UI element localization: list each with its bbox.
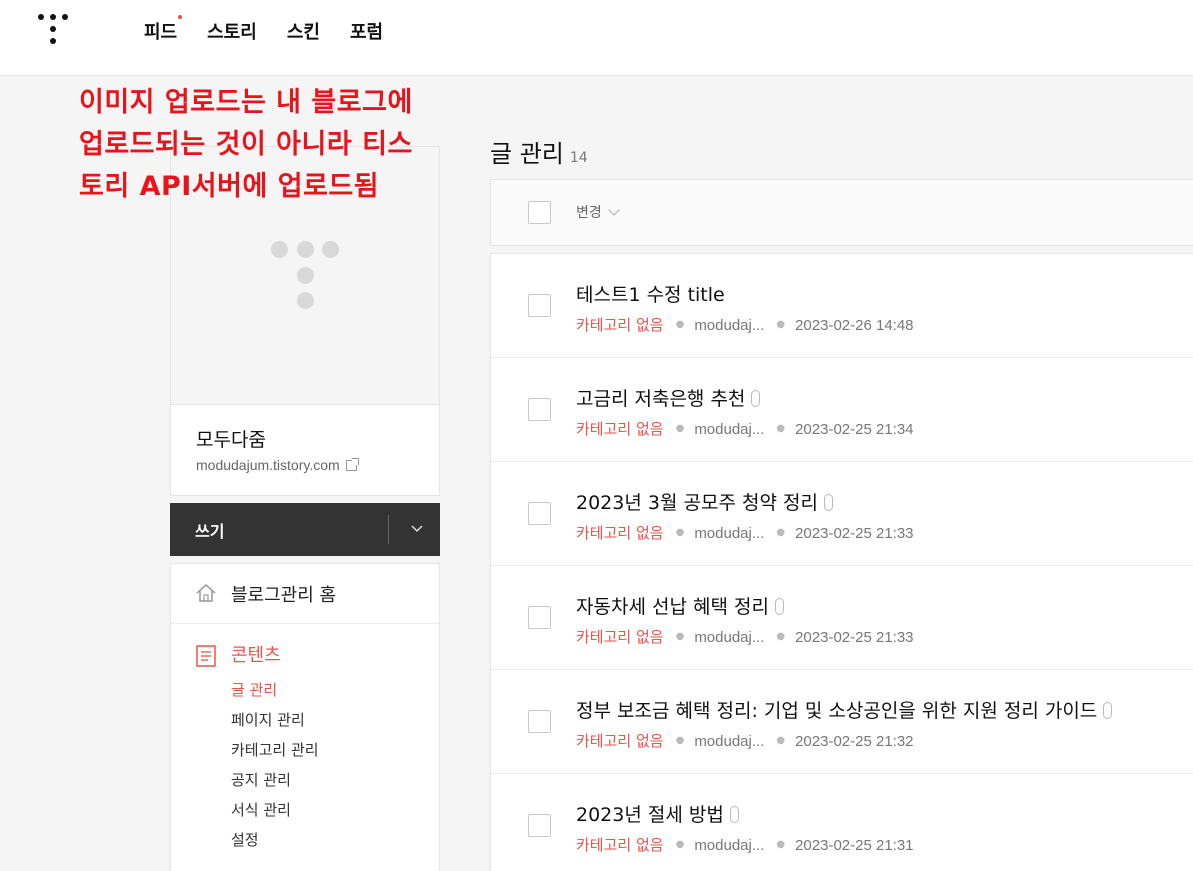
post-author: modudaj...: [694, 421, 765, 438]
nav-item-label: 스토리: [207, 22, 257, 43]
menu-subitem-settings[interactable]: 설정: [231, 829, 259, 850]
admin-menu: 블로그관리 홈 콘텐츠 글 관리 페이지 관리 카테고리 관리 공지 관리 서식…: [170, 563, 440, 871]
post-checkbox[interactable]: [528, 398, 551, 421]
blog-url-link[interactable]: modudajum.tistory.com: [196, 457, 359, 473]
menu-item-contents[interactable]: 콘텐츠: [231, 641, 281, 667]
post-title-link[interactable]: 고금리 저축은행 추천: [576, 384, 761, 411]
annotation-line: 업로드되는 것이 아니라 티스: [79, 129, 413, 160]
menu-subitem-categories[interactable]: 카테고리 관리: [231, 739, 319, 760]
document-icon: [196, 645, 216, 667]
attachment-icon: [823, 494, 833, 511]
post-checkbox[interactable]: [528, 294, 551, 317]
select-all-checkbox[interactable]: [528, 201, 551, 224]
nav-item-skin[interactable]: 스킨: [287, 18, 320, 44]
write-button-label: 쓰기: [195, 522, 225, 541]
post-category[interactable]: 카테고리 없음: [576, 732, 664, 750]
nav-item-feed[interactable]: 피드: [144, 15, 183, 44]
post-meta: 카테고리 없음 ● modudaj... ● 2023-02-25 21:32: [576, 732, 914, 750]
nav-item-label: 포럼: [349, 22, 384, 43]
post-date: 2023-02-25 21:33: [795, 629, 914, 646]
post-row[interactable]: 정부 보조금 혜택 정리: 기업 및 소상공인을 위한 지원 정리 가이드 카테…: [491, 670, 1193, 774]
post-category[interactable]: 카테고리 없음: [576, 628, 664, 646]
menu-subitem-notices[interactable]: 공지 관리: [231, 769, 291, 790]
post-title: 정부 보조금 혜택 정리: 기업 및 소상공인을 위한 지원 정리 가이드: [576, 700, 1098, 722]
post-author: modudaj...: [694, 317, 765, 334]
post-checkbox[interactable]: [528, 502, 551, 525]
post-category[interactable]: 카테고리 없음: [576, 316, 664, 334]
post-title: 테스트1 수정 title: [576, 284, 725, 306]
post-author: modudaj...: [694, 733, 765, 750]
post-checkbox[interactable]: [528, 606, 551, 629]
divider: [388, 515, 389, 544]
menu-subitem-templates[interactable]: 서식 관리: [231, 799, 291, 820]
post-list: 테스트1 수정 title 카테고리 없음 ● modudaj... ● 2023-02…: [490, 253, 1193, 871]
external-link-icon: [345, 458, 359, 471]
post-date: 2023-02-25 21:32: [795, 733, 914, 750]
home-icon: [196, 583, 216, 602]
annotation-text: 이미지 업로드는 내 블로그에 업로드되는 것이 아니라 티스 토리 API서버…: [79, 82, 459, 208]
nav-item-story[interactable]: 스토리: [207, 18, 257, 44]
post-title-link[interactable]: 테스트1 수정 title: [576, 280, 725, 307]
menu-item-label: 블로그관리 홈: [231, 585, 337, 606]
nav-item-label: 피드: [144, 22, 178, 43]
chevron-down-icon[interactable]: [406, 517, 428, 539]
post-date: 2023-02-25 21:34: [795, 421, 914, 438]
post-date: 2023-02-25 21:33: [795, 525, 914, 542]
top-nav: 피드 스토리 스킨 포럼: [144, 15, 383, 44]
post-date: 2023-02-25 21:31: [795, 837, 914, 854]
post-meta: 카테고리 없음 ● modudaj... ● 2023-02-25 21:34: [576, 420, 914, 438]
post-title: 2023년 3월 공모주 청약 정리: [576, 492, 818, 514]
post-row[interactable]: 2023년 3월 공모주 청약 정리 카테고리 없음 ● modudaj... ● 20…: [491, 462, 1193, 566]
menu-subitem-pages[interactable]: 페이지 관리: [231, 709, 305, 730]
post-meta: 카테고리 없음 ● modudaj... ● 2023-02-26 14:48: [576, 316, 914, 334]
change-dropdown-label: 변경: [576, 205, 602, 221]
post-row[interactable]: 고금리 저축은행 추천 카테고리 없음 ● modudaj... ● 2023-02-2…: [491, 358, 1193, 462]
post-row[interactable]: 2023년 절세 방법 카테고리 없음 ● modudaj... ● 2023-02-2…: [491, 774, 1193, 871]
post-title: 고금리 저축은행 추천: [576, 388, 746, 410]
annotation-line: 이미지 업로드는 내 블로그에: [79, 87, 413, 118]
menu-item-blog-home[interactable]: 블로그관리 홈: [171, 564, 439, 624]
nav-item-label: 스킨: [286, 22, 320, 43]
post-category[interactable]: 카테고리 없음: [576, 524, 664, 542]
change-dropdown[interactable]: 변경: [576, 202, 620, 222]
post-meta: 카테고리 없음 ● modudaj... ● 2023-02-25 21:31: [576, 836, 914, 854]
post-author: modudaj...: [694, 525, 765, 542]
page-title: 글 관리 14: [490, 134, 588, 169]
blog-name[interactable]: 모두다줌: [196, 425, 266, 452]
post-category[interactable]: 카테고리 없음: [576, 420, 664, 438]
attachment-icon: [751, 390, 761, 407]
write-button[interactable]: 쓰기: [170, 503, 440, 556]
page-title-text: 글 관리: [490, 140, 564, 168]
post-author: modudaj...: [694, 629, 765, 646]
notification-dot: [178, 15, 183, 19]
post-title-link[interactable]: 2023년 절세 방법: [576, 800, 739, 827]
post-title: 자동차세 선납 혜택 정리: [576, 596, 769, 618]
post-title-link[interactable]: 정부 보조금 혜택 정리: 기업 및 소상공인을 위한 지원 정리 가이드: [576, 696, 1113, 723]
post-checkbox[interactable]: [528, 710, 551, 733]
post-title-link[interactable]: 2023년 3월 공모주 청약 정리: [576, 488, 833, 515]
tistory-logo-icon[interactable]: [38, 14, 70, 48]
chevron-down-icon: [608, 204, 620, 216]
menu-subitem-posts[interactable]: 글 관리: [231, 679, 277, 700]
post-category[interactable]: 카테고리 없음: [576, 836, 664, 854]
post-title: 2023년 절세 방법: [576, 804, 724, 826]
post-meta: 카테고리 없음 ● modudaj... ● 2023-02-25 21:33: [576, 628, 914, 646]
post-date: 2023-02-26 14:48: [795, 317, 914, 334]
top-bar: 피드 스토리 스킨 포럼: [0, 0, 1193, 76]
post-checkbox[interactable]: [528, 814, 551, 837]
blog-url-text: modudajum.tistory.com: [196, 457, 340, 473]
attachment-icon: [1103, 702, 1113, 719]
post-author: modudaj...: [694, 837, 765, 854]
attachment-icon: [729, 806, 739, 823]
annotation-line: 토리 API서버에 업로드됨: [79, 171, 380, 202]
nav-item-forum[interactable]: 포럼: [350, 18, 383, 44]
attachment-icon: [774, 598, 784, 615]
post-title-link[interactable]: 자동차세 선납 혜택 정리: [576, 592, 784, 619]
post-meta: 카테고리 없음 ● modudaj... ● 2023-02-25 21:33: [576, 524, 914, 542]
post-row[interactable]: 테스트1 수정 title 카테고리 없음 ● modudaj... ● 2023-02…: [491, 254, 1193, 358]
list-toolbar: 변경: [490, 179, 1193, 246]
post-count: 14: [569, 150, 588, 166]
post-row[interactable]: 자동차세 선납 혜택 정리 카테고리 없음 ● modudaj... ● 2023-02…: [491, 566, 1193, 670]
